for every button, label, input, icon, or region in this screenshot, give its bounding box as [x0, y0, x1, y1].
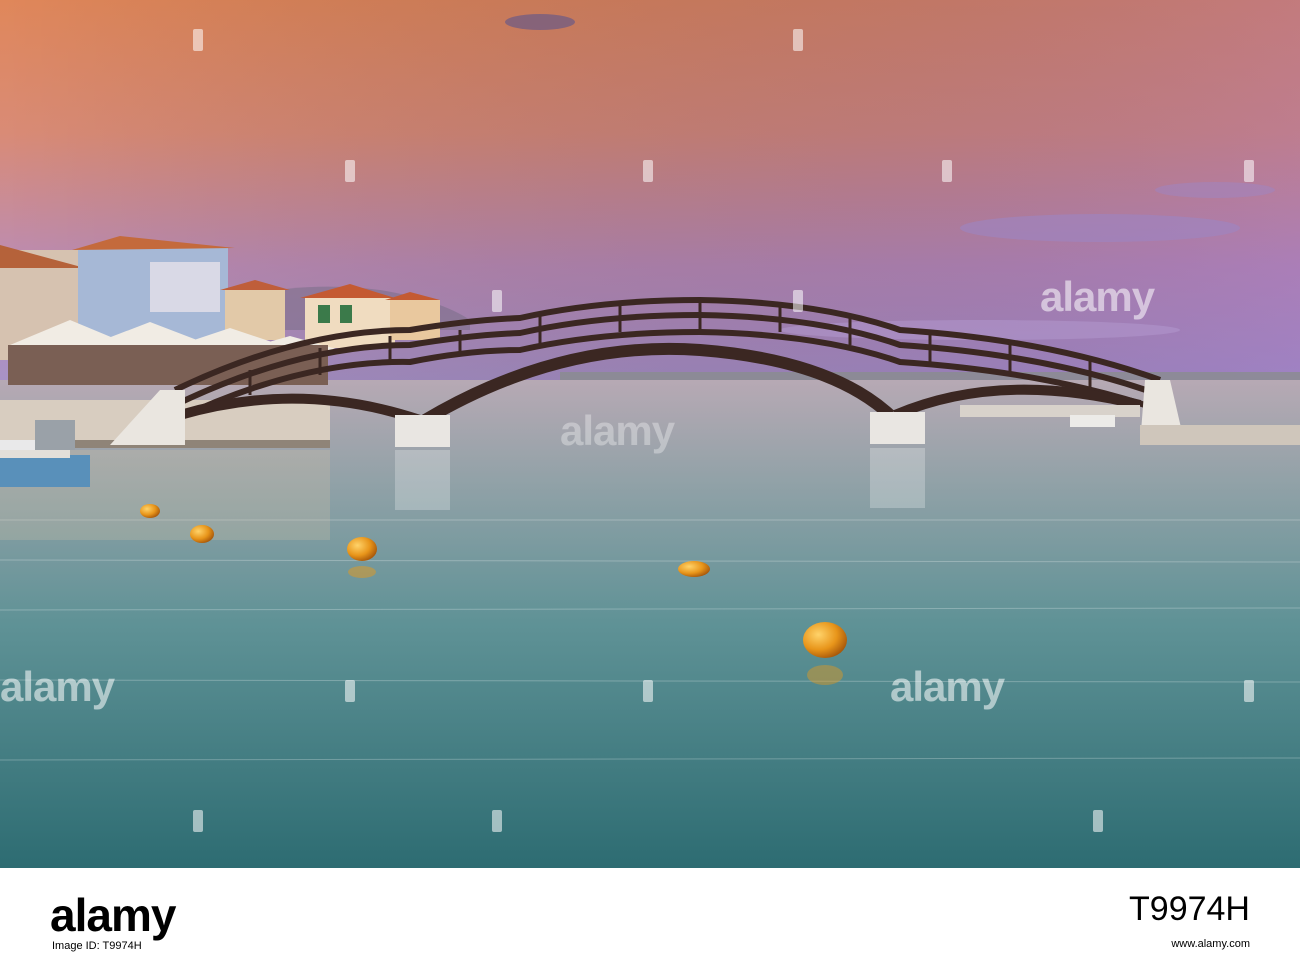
watermark-mark: [643, 160, 653, 182]
image-id: T9974H: [1129, 890, 1250, 928]
cloud: [1155, 182, 1275, 198]
watermark-mark: [1244, 680, 1254, 702]
cloud: [505, 14, 575, 30]
watermark-mark: [492, 810, 502, 832]
watermark: alamy: [890, 663, 1005, 710]
watermark-mark: [793, 29, 803, 51]
watermark-mark: [193, 810, 203, 832]
watermark-mark: [492, 290, 502, 312]
watermark: alamy: [560, 407, 675, 454]
far-shore: [560, 372, 1300, 380]
bridge-pier: [870, 412, 925, 444]
watermark-mark: [942, 160, 952, 182]
right-quay: [1140, 425, 1300, 445]
alamy-logo[interactable]: alamy: [50, 888, 176, 942]
watermark-mark: [193, 29, 203, 51]
watermark-mark: [345, 160, 355, 182]
cloud: [960, 214, 1240, 242]
bridge-pier: [395, 415, 450, 447]
watermark-mark: [793, 290, 803, 312]
watermark: alamy: [0, 663, 115, 710]
watermark-mark: [643, 680, 653, 702]
watermark: alamy: [1040, 273, 1155, 320]
watermark-mark: [345, 680, 355, 702]
image-id-caption: Image ID: T9974H: [52, 940, 142, 952]
site-url[interactable]: www.alamy.com: [1171, 938, 1250, 950]
watermark-mark: [1244, 160, 1254, 182]
footer-bar: alamy Image ID: T9974H T9974H www.alamy.…: [0, 868, 1300, 956]
photo: alamy alamy alamy alamy: [0, 0, 1300, 868]
watermark-mark: [1093, 810, 1103, 832]
